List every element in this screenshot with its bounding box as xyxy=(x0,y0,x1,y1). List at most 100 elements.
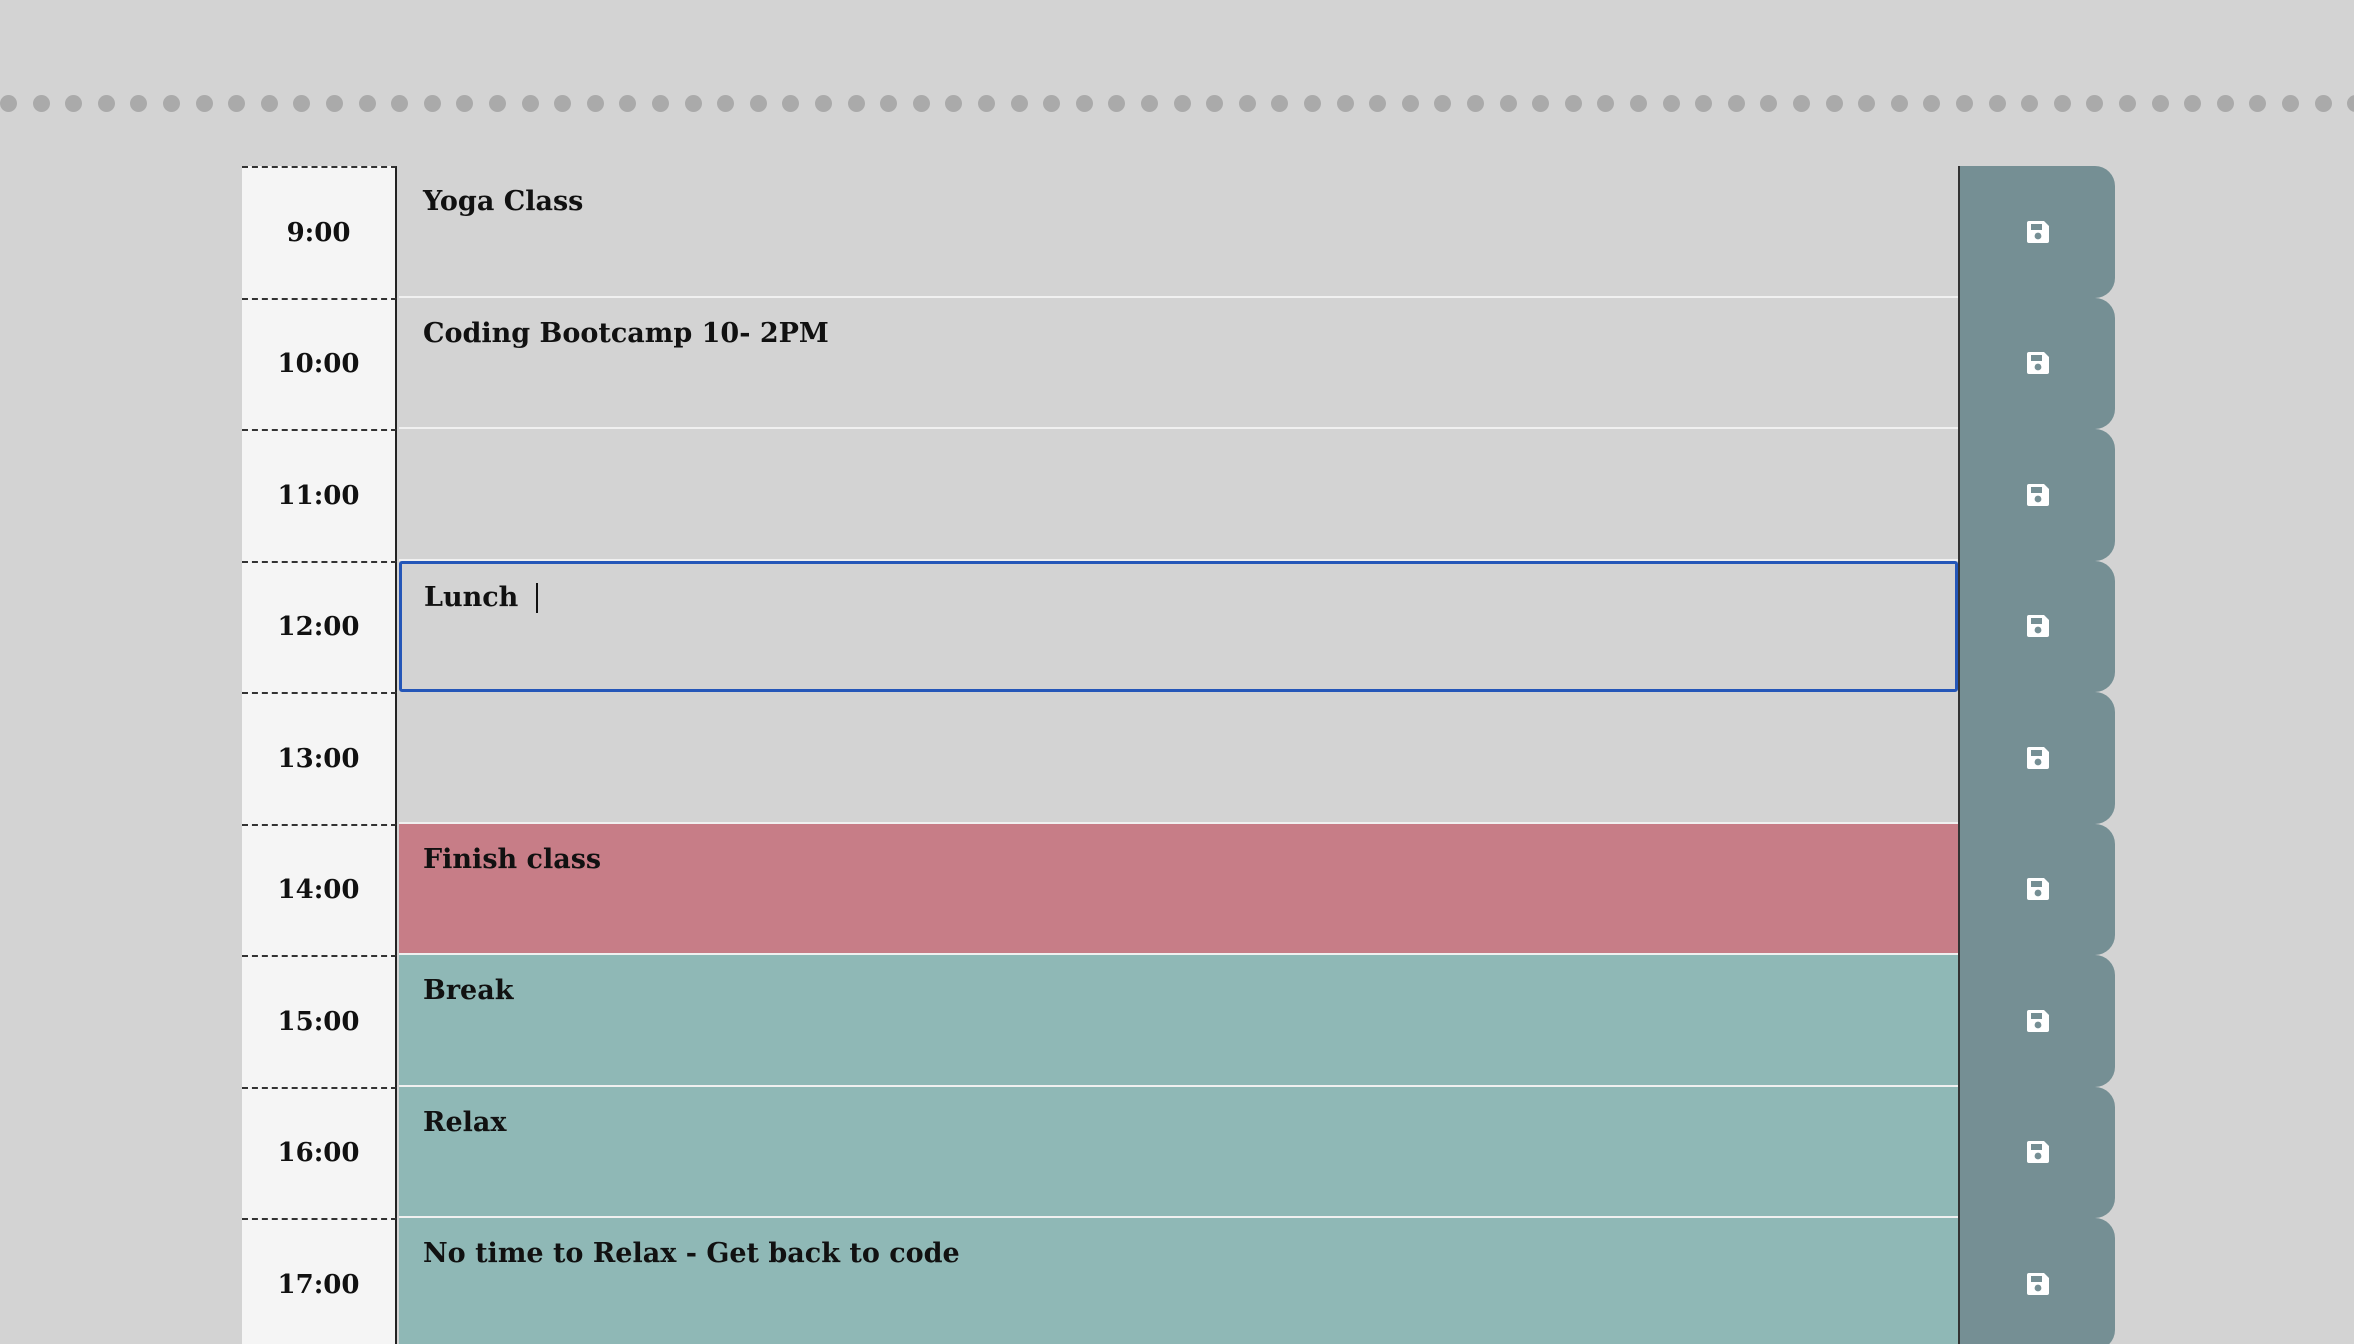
divider-dot xyxy=(1760,95,1777,112)
divider-dot xyxy=(522,95,539,112)
divider-dot xyxy=(391,95,408,112)
divider-dot xyxy=(228,95,245,112)
hour-label: 11:00 xyxy=(242,429,397,561)
divider-dot xyxy=(1337,95,1354,112)
hour-label: 17:00 xyxy=(242,1218,397,1344)
divider-dot xyxy=(1597,95,1614,112)
divider-dot xyxy=(2249,95,2266,112)
hour-label: 14:00 xyxy=(242,823,397,955)
floppy-disk-icon xyxy=(2025,482,2051,508)
divider-dot xyxy=(33,95,50,112)
floppy-disk-icon xyxy=(2025,1271,2051,1297)
time-block-13: 13:00 xyxy=(242,692,2115,824)
divider-dot xyxy=(1369,95,1386,112)
divider-dot xyxy=(163,95,180,112)
description-input[interactable]: Break xyxy=(399,955,1958,1087)
description-input[interactable]: No time to Relax - Get back to code xyxy=(399,1218,1958,1344)
divider-dot xyxy=(1565,95,1582,112)
divider-dot xyxy=(456,95,473,112)
divider-dot xyxy=(587,95,604,112)
divider-dot xyxy=(1956,95,1973,112)
save-button[interactable] xyxy=(1958,297,2115,429)
divider-dot xyxy=(1076,95,1093,112)
save-button[interactable] xyxy=(1958,1218,2115,1344)
divider-dot xyxy=(848,95,865,112)
divider-dot xyxy=(1434,95,1451,112)
divider-dot xyxy=(2119,95,2136,112)
divider-dot xyxy=(2217,95,2234,112)
description-input[interactable]: Finish class xyxy=(399,823,1958,955)
divider-dot xyxy=(978,95,995,112)
floppy-disk-icon xyxy=(2025,219,2051,245)
divider-dot xyxy=(0,95,17,112)
divider-dot xyxy=(2315,95,2332,112)
divider-dot xyxy=(554,95,571,112)
divider-dot xyxy=(261,95,278,112)
divider-dot xyxy=(1174,95,1191,112)
floppy-disk-icon xyxy=(2025,613,2051,639)
divider-dot xyxy=(1630,95,1647,112)
text-caret xyxy=(535,583,538,613)
divider-dot xyxy=(1043,95,1060,112)
divider-dot xyxy=(2086,95,2103,112)
divider-dot xyxy=(717,95,734,112)
hour-label: 15:00 xyxy=(242,955,397,1087)
divider-dot xyxy=(750,95,767,112)
description-input[interactable]: Relax xyxy=(399,1086,1958,1218)
description-input[interactable]: Coding Bootcamp 10- 2PM xyxy=(399,297,1958,429)
save-button[interactable] xyxy=(1958,429,2115,561)
divider-dot xyxy=(1011,95,1028,112)
divider-dot xyxy=(815,95,832,112)
divider-dot xyxy=(1532,95,1549,112)
save-button[interactable] xyxy=(1958,692,2115,824)
divider-dot xyxy=(2021,95,2038,112)
divider-dot xyxy=(1663,95,1680,112)
save-button[interactable] xyxy=(1958,1086,2115,1218)
time-block-9: 9:00 Yoga Class xyxy=(242,166,2115,298)
divider-dot xyxy=(489,95,506,112)
divider-dot xyxy=(913,95,930,112)
divider-dot xyxy=(945,95,962,112)
divider-dot xyxy=(293,95,310,112)
divider-dot xyxy=(326,95,343,112)
dotted-divider xyxy=(0,95,2354,113)
divider-dot xyxy=(880,95,897,112)
time-block-15: 15:00 Break xyxy=(242,955,2115,1087)
hour-label: 12:00 xyxy=(242,560,397,692)
divider-dot xyxy=(1500,95,1517,112)
divider-dot xyxy=(130,95,147,112)
description-input[interactable]: Lunch xyxy=(399,560,1958,692)
divider-dot xyxy=(196,95,213,112)
divider-dot xyxy=(2054,95,2071,112)
divider-dot xyxy=(424,95,441,112)
divider-dot xyxy=(1402,95,1419,112)
divider-dot xyxy=(1206,95,1223,112)
time-block-14: 14:00 Finish class xyxy=(242,823,2115,955)
time-block-10: 10:00 Coding Bootcamp 10- 2PM xyxy=(242,297,2115,429)
divider-dot xyxy=(652,95,669,112)
divider-dot xyxy=(1923,95,1940,112)
time-block-12: 12:00 Lunch xyxy=(242,560,2115,692)
divider-dot xyxy=(685,95,702,112)
divider-dot xyxy=(782,95,799,112)
divider-dot xyxy=(1858,95,1875,112)
divider-dot xyxy=(2184,95,2201,112)
divider-dot xyxy=(1695,95,1712,112)
divider-dot xyxy=(1239,95,1256,112)
description-input[interactable] xyxy=(399,429,1958,561)
hour-label: 10:00 xyxy=(242,297,397,429)
divider-dot xyxy=(1989,95,2006,112)
description-input[interactable] xyxy=(399,692,1958,824)
floppy-disk-icon xyxy=(2025,1139,2051,1165)
divider-dot xyxy=(1304,95,1321,112)
save-button[interactable] xyxy=(1958,166,2115,298)
save-button[interactable] xyxy=(1958,560,2115,692)
divider-dot xyxy=(1271,95,1288,112)
time-block-17: 17:00 No time to Relax - Get back to cod… xyxy=(242,1218,2115,1344)
description-input[interactable]: Yoga Class xyxy=(399,166,1958,298)
save-button[interactable] xyxy=(1958,823,2115,955)
save-button[interactable] xyxy=(1958,955,2115,1087)
divider-dot xyxy=(2347,95,2354,112)
floppy-disk-icon xyxy=(2025,876,2051,902)
floppy-disk-icon xyxy=(2025,1008,2051,1034)
